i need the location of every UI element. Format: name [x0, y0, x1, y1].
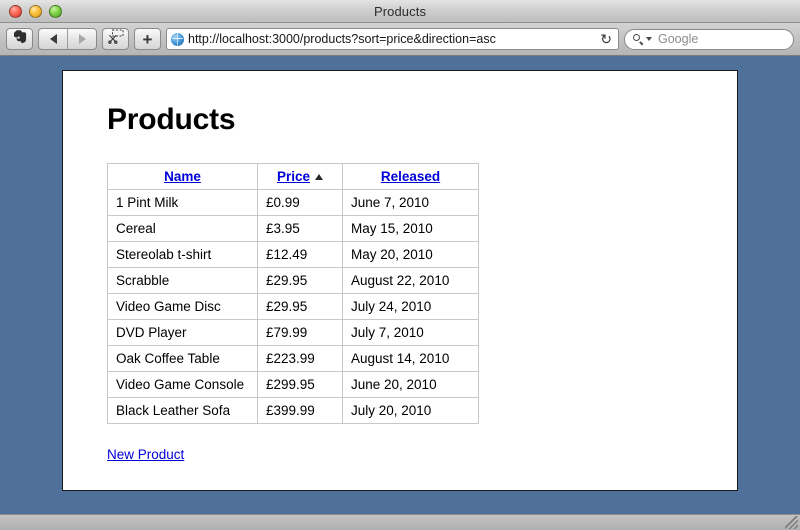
- magnifier-icon: [633, 33, 644, 45]
- plus-icon: +: [142, 29, 153, 49]
- window-title: Products: [373, 3, 427, 19]
- table-row: Scrabble £29.95 August 22, 2010: [107, 267, 479, 294]
- url-text: http://localhost:3000/products?sort=pric…: [188, 32, 496, 46]
- page-content: Products Name Price Released 1 Pint Milk…: [62, 70, 738, 491]
- new-product-link[interactable]: New Product: [107, 447, 184, 462]
- cell-price: £12.49: [257, 241, 343, 268]
- cell-released: July 20, 2010: [342, 397, 479, 424]
- search-placeholder: Google: [658, 32, 699, 46]
- table-row: Black Leather Sofa £399.99 July 20, 2010: [107, 397, 479, 424]
- scissors-clip-icon: [107, 29, 124, 49]
- cell-released: May 20, 2010: [342, 241, 479, 268]
- page-viewport: Products Name Price Released 1 Pint Milk…: [0, 56, 800, 514]
- cell-name: Stereolab t-shirt: [107, 241, 258, 268]
- cell-price: £79.99: [257, 319, 343, 346]
- search-input[interactable]: Google: [624, 28, 794, 50]
- address-bar[interactable]: http://localhost:3000/products?sort=pric…: [166, 28, 619, 50]
- sort-link-name[interactable]: Name: [164, 169, 201, 184]
- evernote-clipper-button[interactable]: [6, 28, 33, 50]
- cell-name: Video Game Console: [107, 371, 258, 398]
- cell-name: Black Leather Sofa: [107, 397, 258, 424]
- table-row: Stereolab t-shirt £12.49 May 20, 2010: [107, 241, 479, 268]
- column-header-released: Released: [342, 163, 479, 190]
- back-button[interactable]: [39, 29, 67, 49]
- chevron-down-icon[interactable]: [646, 37, 652, 41]
- table-header: Name Price Released: [107, 163, 479, 190]
- table-row: 1 Pint Milk £0.99 June 7, 2010: [107, 189, 479, 216]
- cell-released: July 7, 2010: [342, 319, 479, 346]
- cell-released: June 7, 2010: [342, 189, 479, 216]
- sort-ascending-icon: [315, 174, 324, 180]
- cell-price: £299.95: [257, 371, 343, 398]
- cell-released: August 14, 2010: [342, 345, 479, 372]
- resize-grip-icon[interactable]: [785, 516, 798, 529]
- cell-released: June 20, 2010: [342, 371, 479, 398]
- forward-arrow-icon: [78, 34, 86, 44]
- minimize-button[interactable]: [29, 4, 42, 18]
- cell-name: 1 Pint Milk: [107, 189, 258, 216]
- cell-price: £29.95: [257, 267, 343, 294]
- cell-released: July 24, 2010: [342, 293, 479, 320]
- clip-selection-button[interactable]: [102, 28, 129, 50]
- sort-link-price[interactable]: Price: [277, 169, 310, 184]
- new-product-wrapper: New Product: [107, 446, 737, 464]
- cell-name: Cereal: [107, 215, 258, 242]
- cell-price: £29.95: [257, 293, 343, 320]
- cell-name: DVD Player: [107, 319, 258, 346]
- column-header-price: Price: [257, 163, 343, 190]
- table-row: Cereal £3.95 May 15, 2010: [107, 215, 479, 242]
- table-row: DVD Player £79.99 July 7, 2010: [107, 319, 479, 346]
- reload-button[interactable]: ↻: [594, 32, 614, 46]
- cell-price: £3.95: [257, 215, 343, 242]
- zoom-button[interactable]: [49, 4, 62, 18]
- browser-window: Products + http://localhost:3000/product…: [0, 0, 800, 530]
- column-header-name: Name: [107, 163, 258, 190]
- cell-released: May 15, 2010: [342, 215, 479, 242]
- cell-name: Video Game Disc: [107, 293, 258, 320]
- products-table: Name Price Released 1 Pint Milk £0.99 Ju…: [107, 163, 479, 424]
- navigation-buttons: [38, 28, 97, 50]
- status-bar: [0, 514, 800, 530]
- table-row: Video Game Console £299.95 June 20, 2010: [107, 371, 479, 398]
- cell-price: £0.99: [257, 189, 343, 216]
- browser-toolbar: + http://localhost:3000/products?sort=pr…: [0, 23, 800, 56]
- sort-link-released[interactable]: Released: [381, 169, 440, 184]
- table-header-row: Name Price Released: [107, 163, 479, 190]
- close-button[interactable]: [9, 4, 22, 18]
- cell-price: £399.99: [257, 397, 343, 424]
- table-row: Video Game Disc £29.95 July 24, 2010: [107, 293, 479, 320]
- new-tab-button[interactable]: +: [134, 28, 161, 50]
- evernote-elephant-icon: [13, 29, 27, 49]
- cell-name: Scrabble: [107, 267, 258, 294]
- forward-button[interactable]: [67, 29, 96, 49]
- back-arrow-icon: [49, 34, 57, 44]
- table-body: 1 Pint Milk £0.99 June 7, 2010 Cereal £3…: [107, 189, 479, 424]
- globe-favicon-icon: [171, 32, 184, 46]
- cell-released: August 22, 2010: [342, 267, 479, 294]
- table-row: Oak Coffee Table £223.99 August 14, 2010: [107, 345, 479, 372]
- page-title: Products: [107, 103, 236, 136]
- cell-price: £223.99: [257, 345, 343, 372]
- window-controls: [0, 4, 62, 18]
- title-bar: Products: [0, 0, 800, 23]
- cell-name: Oak Coffee Table: [107, 345, 258, 372]
